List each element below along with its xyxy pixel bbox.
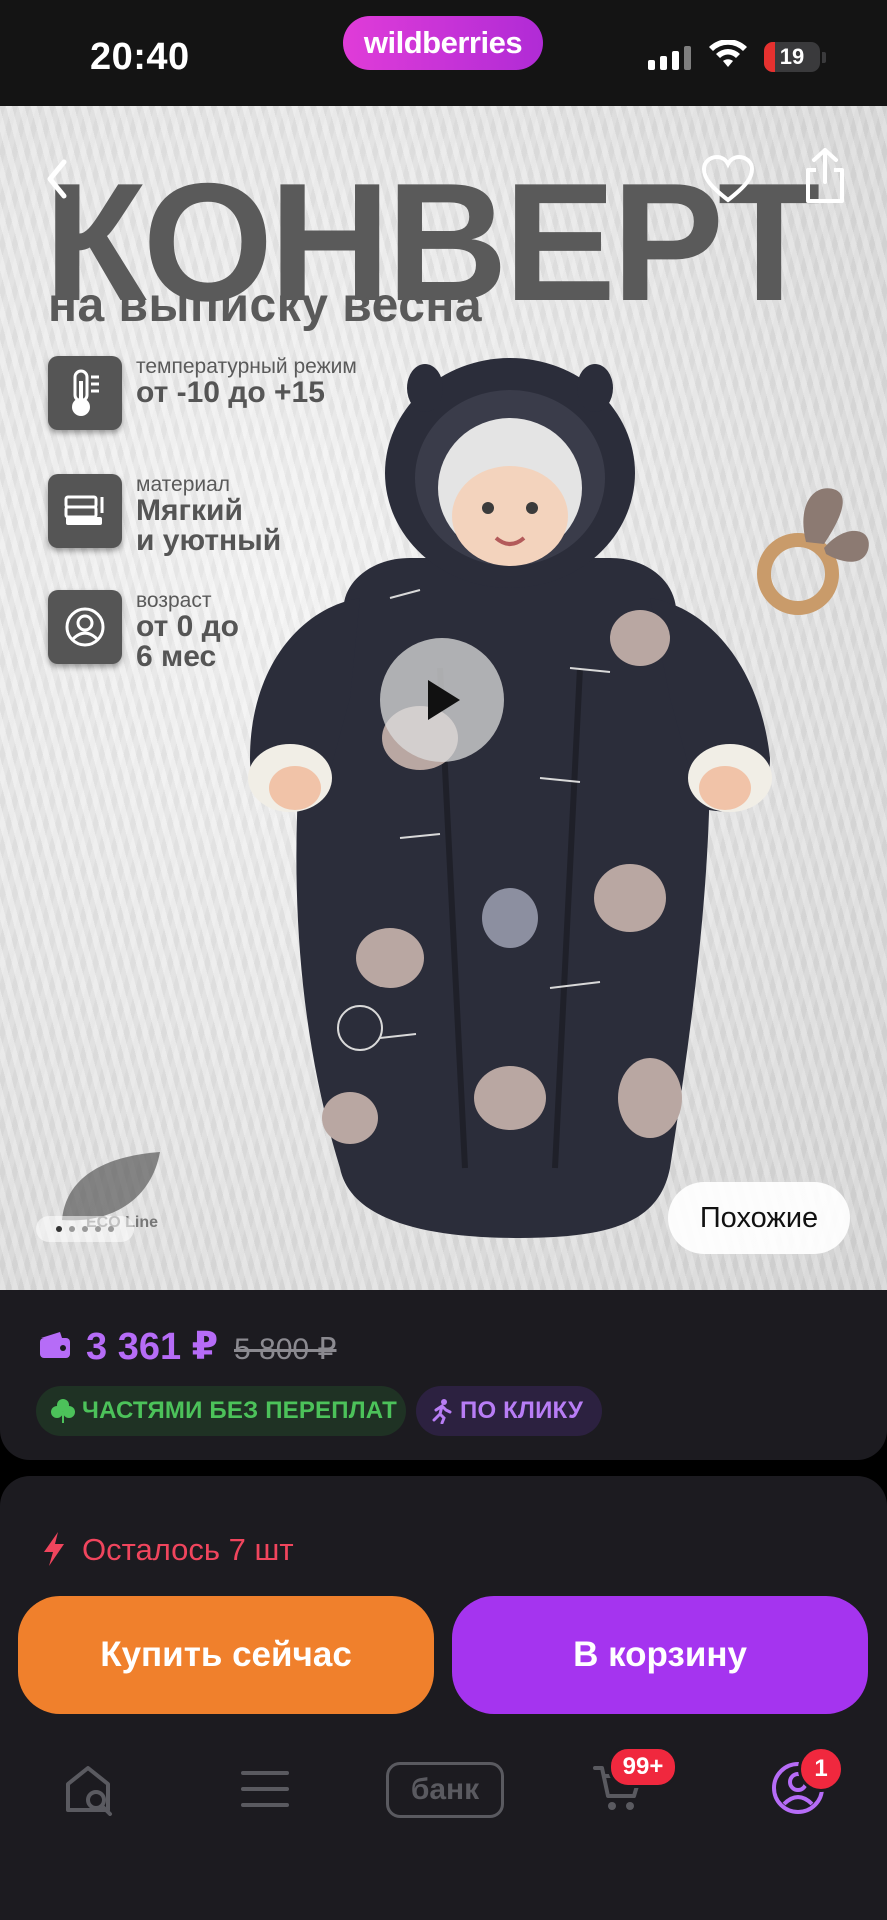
purchase-panel: Осталось 7 шт Купить сейчас В корзину ба… — [0, 1476, 887, 1920]
clover-icon — [51, 1399, 75, 1423]
play-video-button[interactable] — [380, 638, 504, 762]
bank-tab[interactable]: банк — [386, 1762, 504, 1818]
product-image-carousel[interactable]: КОНВЕРТ на выписку весна температурный р… — [0, 106, 887, 1290]
one-click-label: ПО КЛИКУ — [460, 1397, 584, 1424]
stock-remaining: Осталось 7 шт — [82, 1532, 294, 1567]
installments-label: ЧАСТЯМИ БЕЗ ПЕРЕПЛАТ — [82, 1397, 397, 1424]
thermometer-icon — [48, 356, 122, 430]
play-icon — [428, 680, 460, 720]
status-time: 20:40 — [90, 36, 190, 78]
cellular-signal-icon — [648, 46, 691, 70]
battery-tip — [822, 52, 826, 63]
baby-envelope-photo — [248, 358, 772, 1238]
baby-icon — [48, 590, 122, 664]
cart-count-badge: 99+ — [608, 1746, 678, 1788]
carousel-dot — [56, 1226, 62, 1232]
feature-value-2: 6 мес — [136, 640, 217, 673]
share-icon[interactable] — [802, 146, 848, 206]
battery-icon: 19 — [764, 42, 820, 72]
wallet-icon — [40, 1332, 70, 1358]
home-search-icon[interactable] — [62, 1762, 118, 1816]
similar-products-button[interactable]: Похожие — [668, 1182, 850, 1254]
wifi-icon — [709, 40, 747, 67]
one-click-chip[interactable]: ПО КЛИКУ — [416, 1386, 602, 1436]
carousel-dot — [95, 1226, 101, 1232]
fabric-icon — [48, 474, 122, 548]
wooden-toy — [757, 488, 869, 615]
battery-level: 19 — [779, 44, 805, 69]
carousel-dot — [108, 1226, 114, 1232]
lightning-icon — [44, 1532, 64, 1566]
current-price: 3 361 ₽ — [86, 1326, 219, 1368]
favorite-heart-icon[interactable] — [700, 154, 756, 204]
feature-value: от 0 до — [136, 610, 239, 643]
add-to-cart-button[interactable]: В корзину — [452, 1596, 868, 1714]
old-price: 5 800 ₽ — [234, 1333, 337, 1366]
catalog-menu-icon[interactable] — [240, 1768, 290, 1810]
buy-now-button[interactable]: Купить сейчас — [18, 1596, 434, 1714]
price-card: 3 361 ₽ 5 800 ₽ ЧАСТЯМИ БЕЗ ПЕРЕПЛАТ ПО … — [0, 1290, 887, 1460]
carousel-indicator — [36, 1216, 134, 1242]
status-bar: 20:40 wildberries 19 — [0, 0, 887, 106]
carousel-dot — [69, 1226, 75, 1232]
feature-age: возраст от 0 до 6 мес — [48, 590, 239, 672]
installments-chip[interactable]: ЧАСТЯМИ БЕЗ ПЕРЕПЛАТ — [36, 1386, 406, 1436]
image-subtitle: на выписку весна — [48, 279, 483, 332]
back-chevron-icon[interactable] — [42, 156, 72, 202]
profile-notification-badge: 1 — [798, 1746, 844, 1792]
feature-label: возраст — [136, 589, 212, 612]
carousel-dot — [82, 1226, 88, 1232]
running-person-icon — [432, 1399, 452, 1424]
brand-logo[interactable]: wildberries — [343, 16, 543, 70]
